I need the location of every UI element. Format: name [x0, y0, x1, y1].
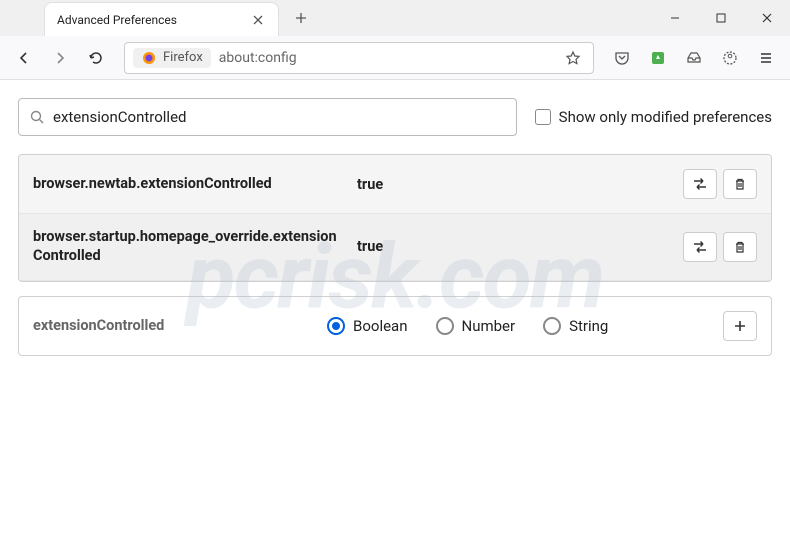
search-input[interactable] [53, 108, 506, 126]
search-box[interactable] [18, 98, 517, 136]
content-area: Show only modified preferences browser.n… [0, 80, 790, 553]
new-preference-name: extensionControlled [33, 317, 313, 334]
toggle-button[interactable] [683, 232, 717, 262]
account-icon[interactable] [714, 42, 746, 74]
firefox-icon [141, 50, 157, 66]
identity-label: Firefox [163, 50, 203, 65]
preference-actions [683, 169, 757, 199]
radio-icon [543, 317, 561, 335]
radio-label: Number [462, 317, 516, 335]
close-window-button[interactable] [744, 0, 790, 36]
radio-string[interactable]: String [543, 317, 608, 335]
preference-actions [683, 232, 757, 262]
identity-box[interactable]: Firefox [133, 48, 211, 68]
bookmark-star-icon[interactable] [561, 46, 585, 70]
browser-toolbar: Firefox about:config [0, 36, 790, 80]
search-icon [29, 109, 45, 125]
pocket-icon[interactable] [606, 42, 638, 74]
search-row: Show only modified preferences [18, 98, 772, 136]
radio-boolean[interactable]: Boolean [327, 317, 408, 335]
url-bar[interactable]: Firefox about:config [124, 42, 594, 74]
window-controls [652, 0, 790, 36]
new-preference-row: extensionControlled Boolean Number Strin… [18, 296, 772, 356]
back-button[interactable] [8, 42, 40, 74]
radio-label: String [569, 317, 608, 335]
radio-number[interactable]: Number [436, 317, 516, 335]
preference-row: browser.startup.homepage_override.extens… [19, 214, 771, 281]
maximize-button[interactable] [698, 0, 744, 36]
minimize-button[interactable] [652, 0, 698, 36]
preference-name: browser.startup.homepage_override.extens… [33, 228, 343, 266]
add-button[interactable] [723, 311, 757, 341]
titlebar: Advanced Preferences [0, 0, 790, 36]
extension-icon[interactable] [642, 42, 674, 74]
preferences-table: browser.newtab.extensionControlled true … [18, 154, 772, 282]
preference-value: true [357, 176, 669, 193]
browser-tab[interactable]: Advanced Preferences [44, 2, 279, 36]
inbox-icon[interactable] [678, 42, 710, 74]
forward-button[interactable] [44, 42, 76, 74]
preference-value: true [357, 238, 669, 255]
radio-icon [436, 317, 454, 335]
radio-label: Boolean [353, 317, 408, 335]
close-tab-icon[interactable] [250, 12, 266, 28]
preference-name: browser.newtab.extensionControlled [33, 175, 343, 194]
toggle-button[interactable] [683, 169, 717, 199]
delete-button[interactable] [723, 169, 757, 199]
menu-button[interactable] [750, 42, 782, 74]
radio-icon [327, 317, 345, 335]
reload-button[interactable] [80, 42, 112, 74]
checkbox-label: Show only modified preferences [559, 108, 772, 126]
url-text: about:config [219, 50, 553, 66]
preference-row: browser.newtab.extensionControlled true [19, 155, 771, 214]
delete-button[interactable] [723, 232, 757, 262]
checkbox-icon [535, 109, 551, 125]
show-modified-checkbox[interactable]: Show only modified preferences [535, 108, 772, 126]
type-radio-group: Boolean Number String [327, 317, 709, 335]
new-tab-button[interactable] [287, 4, 315, 32]
tab-title: Advanced Preferences [57, 13, 242, 27]
